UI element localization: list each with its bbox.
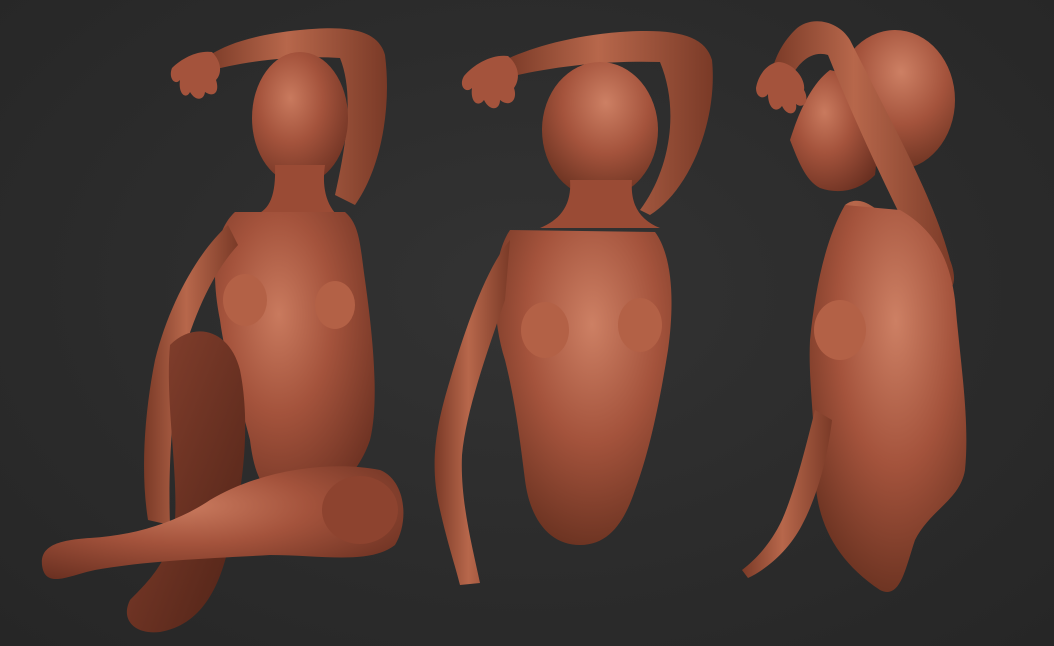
figure1-hand xyxy=(170,51,221,99)
figure2-breast-left xyxy=(521,302,569,358)
figure1-breast-left xyxy=(223,274,267,326)
figure2-left-arm xyxy=(434,240,510,585)
figure-side-torso xyxy=(742,21,967,592)
figure1-breast-right xyxy=(315,281,355,329)
figure3-hand xyxy=(756,62,807,114)
clay-sculpt-render xyxy=(41,21,967,633)
figure3-torso xyxy=(809,205,967,592)
figure-seated-three-quarter xyxy=(41,28,404,633)
figure1-head xyxy=(252,52,348,184)
figure3-breast xyxy=(814,300,866,360)
figure-front-torso xyxy=(434,30,713,585)
figure2-hand xyxy=(461,55,518,109)
figure1-knee xyxy=(322,476,398,544)
figure2-torso xyxy=(495,230,672,545)
figure1-neck xyxy=(255,165,340,218)
figure2-head xyxy=(542,62,658,198)
figure2-breast-right xyxy=(618,298,662,352)
figure2-neck xyxy=(540,180,660,228)
render-viewport[interactable] xyxy=(0,0,1054,646)
